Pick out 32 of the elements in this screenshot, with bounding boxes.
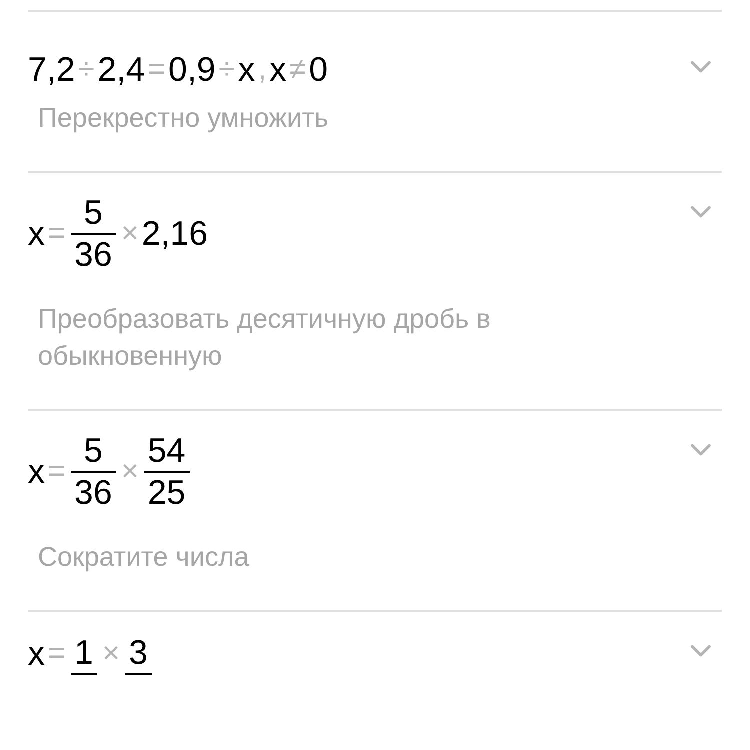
math-operator: = <box>48 454 66 490</box>
math-term: x <box>28 214 45 255</box>
math-term: 7,2 <box>28 50 76 91</box>
math-term: 0 <box>309 50 328 91</box>
math-operator: , <box>258 52 267 88</box>
math-operator: = <box>148 52 166 88</box>
math-operator: × <box>121 216 139 252</box>
step-hint: Преобразовать десятичную дробь в обыкновенную <box>37 303 492 373</box>
math-operator: × <box>102 636 120 672</box>
denominator: 25 <box>146 473 187 513</box>
math-operator: = <box>48 216 66 252</box>
denominator: 36 <box>74 473 114 513</box>
numerator: 5 <box>82 193 104 233</box>
math-term: x <box>28 452 45 493</box>
numerator: 3 <box>128 633 149 673</box>
step-hint: Перекрестно умножить <box>37 102 330 135</box>
math-term: 2,16 <box>142 214 208 255</box>
math-term: x <box>28 634 45 675</box>
math-term: x <box>270 50 287 91</box>
denominator: 36 <box>74 235 114 275</box>
math-operator: ÷ <box>218 52 236 88</box>
math-term: x <box>238 50 256 91</box>
math-operator: ÷ <box>78 52 95 88</box>
step-hint: Сократите числа <box>37 541 250 574</box>
numerator: 1 <box>74 633 94 673</box>
math-operator: × <box>121 454 139 490</box>
math-term: 2,4 <box>98 50 145 91</box>
math-operator: ≠ <box>290 52 306 88</box>
math-term: 0,9 <box>168 50 216 91</box>
numerator: 5 <box>82 431 104 471</box>
numerator: 54 <box>146 431 187 471</box>
math-operator: = <box>48 636 66 672</box>
